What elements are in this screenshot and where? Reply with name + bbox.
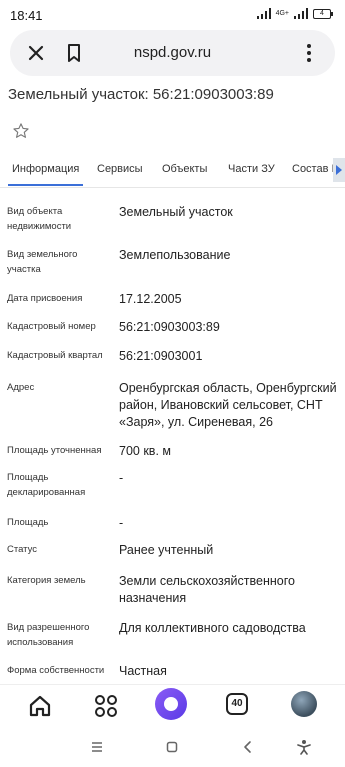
property-label: Площадь уточненная	[7, 445, 102, 456]
tab-objects[interactable]: Объекты	[162, 163, 207, 175]
network-type: 4G+	[275, 9, 289, 17]
chevron-right-icon	[336, 165, 342, 175]
tab-services[interactable]: Сервисы	[97, 163, 143, 175]
tab-composition[interactable]: Состав I	[292, 163, 335, 175]
property-label: Кадастровый квартал	[7, 350, 103, 361]
star-icon[interactable]	[12, 122, 30, 140]
property-value: Оренбургская область, Оренбургский район…	[119, 381, 337, 429]
property-label: Вид разрешенного использования	[7, 622, 90, 648]
property-label: Площадь декларированная	[7, 472, 86, 498]
property-value: 56:21:0903001	[119, 349, 203, 363]
services-grid-icon[interactable]	[92, 692, 120, 720]
property-label: Площадь	[7, 517, 49, 528]
browser-bottom-nav: 40	[0, 684, 345, 728]
recent-apps-icon[interactable]	[89, 739, 105, 755]
property-label: Дата присвоения	[7, 293, 83, 304]
tabs-count-button[interactable]: 40	[226, 693, 248, 715]
more-vertical-icon[interactable]	[297, 41, 321, 65]
property-value: -	[119, 471, 124, 485]
property-value: Земли сельскохозяйственного назначения	[119, 574, 295, 605]
status-time: 18:41	[10, 8, 43, 23]
property-label: Форма собственности	[7, 665, 105, 676]
home-square-icon[interactable]	[164, 739, 180, 755]
tab-bar: Информация Сервисы Объекты Части ЗУ Сост…	[0, 152, 345, 188]
property-value: 56:21:0903003:89	[119, 320, 220, 334]
avatar[interactable]	[291, 691, 317, 717]
status-bar: 18:41 4G+ 4	[0, 0, 345, 30]
property-value: -	[119, 516, 124, 530]
tab-information[interactable]: Информация	[7, 163, 84, 186]
url-text[interactable]: nspd.gov.ru	[10, 44, 335, 61]
property-label: Категория земель	[7, 575, 86, 586]
alice-assistant-icon[interactable]	[155, 688, 187, 720]
page-title: Земельный участок: 56:21:0903003:89	[8, 86, 274, 103]
status-icons: 4G+ 4	[256, 8, 333, 19]
property-value: Для коллективного садоводства	[119, 621, 306, 635]
property-value: Землепользование	[119, 248, 231, 262]
system-nav-bar	[0, 728, 345, 767]
accessibility-icon[interactable]	[296, 739, 312, 755]
tab-land-parts[interactable]: Части ЗУ	[228, 163, 275, 175]
property-value: Ранее учтенный	[119, 543, 214, 557]
property-value: 700 кв. м	[119, 444, 171, 458]
property-label: Вид объекта недвижимости	[7, 206, 72, 232]
property-label: Кадастровый номер	[7, 321, 96, 332]
back-icon[interactable]	[240, 739, 256, 755]
home-icon[interactable]	[26, 692, 54, 720]
url-bar: nspd.gov.ru	[10, 30, 335, 76]
signal-icon	[256, 8, 271, 19]
property-value: 17.12.2005	[119, 292, 182, 306]
property-label: Вид земельного участка	[7, 249, 78, 275]
property-value: Частная	[119, 664, 167, 678]
signal-icon-2	[294, 8, 308, 19]
battery-icon: 4	[313, 8, 333, 19]
tab-scroll-right-button[interactable]	[333, 158, 345, 182]
property-value: Земельный участок	[119, 205, 233, 219]
property-label: Статус	[7, 544, 38, 555]
property-label: Адрес	[7, 382, 35, 393]
